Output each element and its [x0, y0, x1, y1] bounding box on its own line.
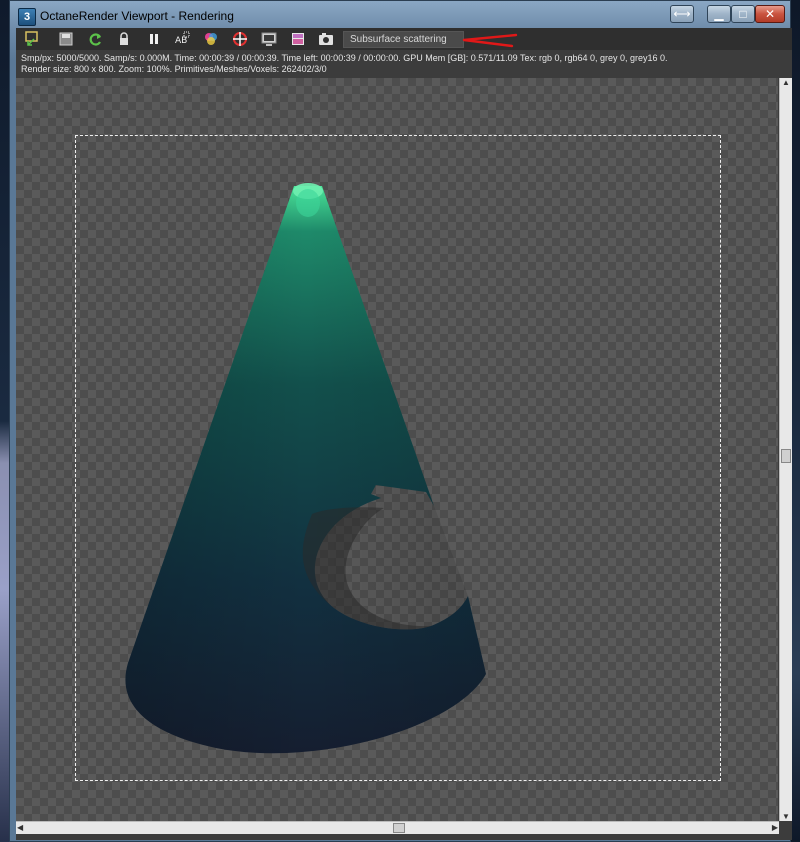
lock-viewport-icon[interactable]	[116, 31, 132, 47]
maximize-icon: □	[739, 7, 747, 21]
focus-picker-icon[interactable]	[232, 31, 248, 47]
scroll-down-icon[interactable]: ▼	[782, 812, 790, 821]
resize-button[interactable]: ⟷	[670, 5, 694, 23]
render-stats-line-1: Smp/px: 5000/5000. Samp/s: 0.000M. Time:…	[21, 53, 668, 63]
close-button[interactable]: ✕	[755, 5, 785, 23]
render-stats-line-2: Render size: 800 x 800. Zoom: 100%. Prim…	[21, 64, 327, 74]
octane-viewport-window: 3 OctaneRender Viewport - Rendering ⟷ ▁ …	[9, 0, 792, 842]
save-render-icon[interactable]	[58, 31, 74, 47]
send-to-frame-buffer-icon[interactable]	[24, 31, 40, 47]
minimize-button[interactable]: ▁	[707, 5, 731, 23]
viewport-settings-icon[interactable]	[261, 31, 277, 47]
window-title: OctaneRender Viewport - Rendering	[40, 9, 234, 23]
pause-icon[interactable]	[146, 31, 162, 47]
scroll-left-icon[interactable]: ◀	[17, 823, 23, 832]
render-canvas[interactable]	[16, 78, 778, 821]
svg-text:AB: AB	[175, 36, 187, 46]
render-region-icon[interactable]: AB	[174, 31, 190, 47]
app-icon: 3	[18, 8, 36, 26]
horizontal-scroll-thumb[interactable]	[393, 823, 405, 833]
viewport-client-area: AB Subsurface scattering Smp/px: 5000/50…	[16, 28, 792, 840]
horizontal-scrollbar[interactable]: ◀ ▶	[16, 821, 779, 834]
maximize-button[interactable]: □	[731, 5, 755, 23]
minimize-icon: ▁	[714, 7, 724, 21]
material-picker-icon[interactable]	[290, 31, 306, 47]
vertical-scroll-thumb[interactable]	[781, 449, 791, 463]
vertical-scrollbar[interactable]: ▲ ▼	[779, 78, 792, 821]
scroll-up-icon[interactable]: ▲	[782, 78, 790, 87]
color-picker-icon[interactable]	[203, 31, 219, 47]
restart-render-icon[interactable]	[88, 31, 104, 47]
annotation-arrow-icon	[462, 33, 518, 48]
resize-icon: ⟷	[673, 7, 691, 21]
close-icon: ✕	[764, 7, 776, 21]
scroll-right-icon[interactable]: ▶	[772, 823, 778, 832]
camera-icon[interactable]	[318, 31, 334, 47]
rendered-cone-image	[125, 183, 486, 754]
title-bar[interactable]: 3 OctaneRender Viewport - Rendering ⟷ ▁ …	[10, 1, 790, 29]
octane-toolbar: AB Subsurface scattering	[16, 28, 792, 50]
render-mode-field[interactable]: Subsurface scattering	[343, 31, 464, 48]
